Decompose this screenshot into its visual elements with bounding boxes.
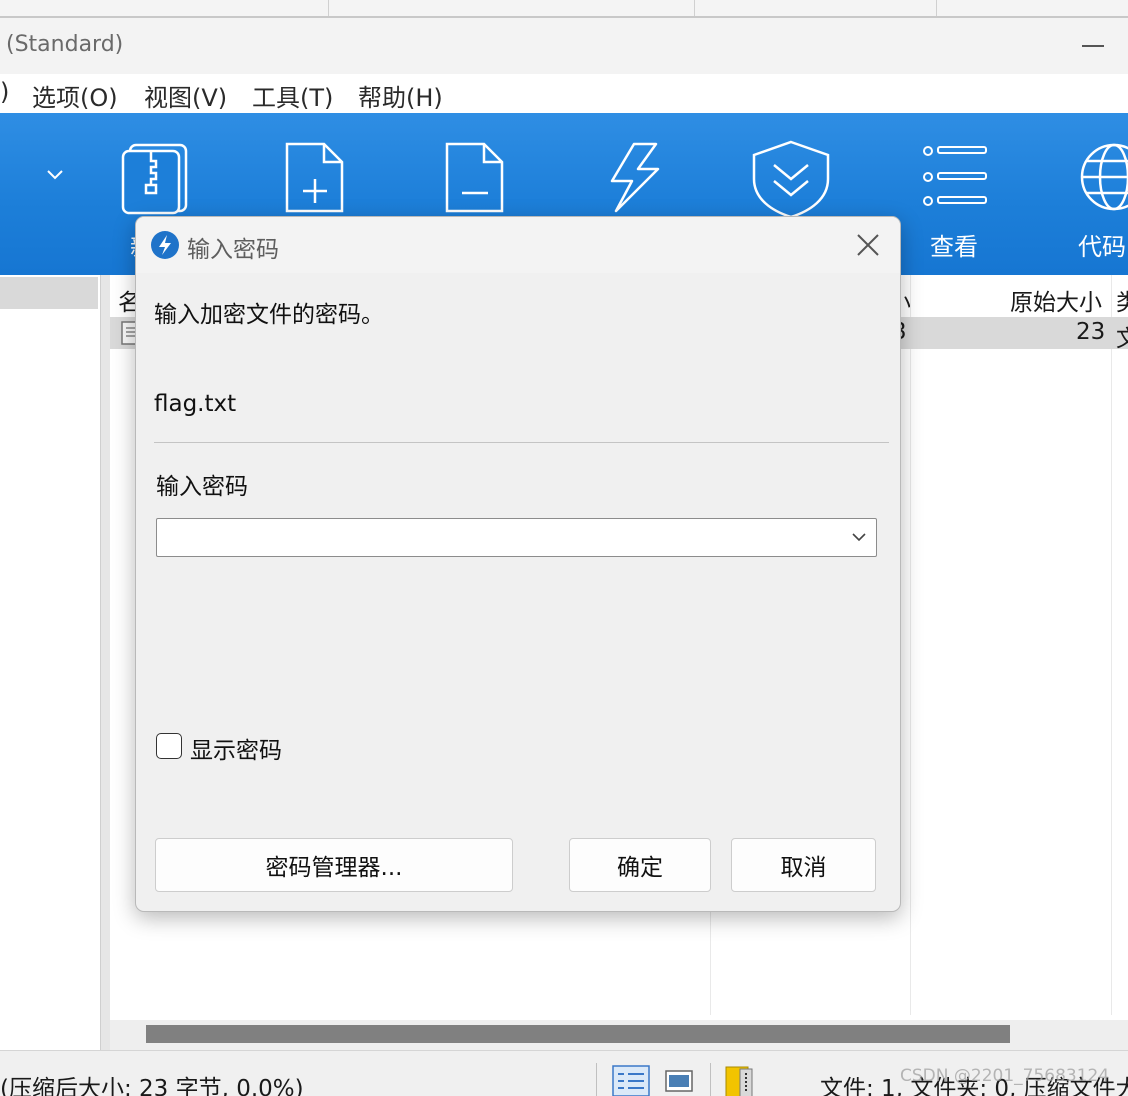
encrypted-filename: flag.txt	[154, 391, 237, 417]
toolbar-button-codepage[interactable]	[1078, 141, 1128, 219]
ok-button[interactable]: 确定	[569, 838, 711, 892]
watermark: CSDN @2201_75683124	[900, 1066, 1110, 1086]
toolbar-label-view: 查看	[930, 233, 978, 261]
folder-tree-panel[interactable]	[0, 275, 100, 1050]
globe-icon	[1080, 143, 1128, 211]
status-divider	[710, 1063, 711, 1096]
toolbar-button-view[interactable]	[920, 143, 990, 213]
column-divider	[910, 275, 911, 1015]
window-title: (Standard)	[6, 32, 124, 57]
shield-icon	[752, 140, 830, 219]
dialog-prompt: 输入加密文件的密码。	[154, 302, 384, 328]
add-file-icon	[285, 142, 344, 213]
chevron-down-icon[interactable]	[851, 532, 867, 544]
chevron-down-icon[interactable]	[46, 169, 64, 181]
toolbar-button-security[interactable]	[748, 139, 834, 223]
strip-divider	[694, 0, 695, 16]
menu-item-help[interactable]: 帮助(H)	[358, 78, 443, 113]
status-divider	[596, 1063, 597, 1096]
cancel-button[interactable]: 取消	[731, 838, 876, 892]
details-view-icon[interactable]	[612, 1065, 650, 1096]
dialog-divider	[154, 442, 889, 443]
toolbar-button-new-archive[interactable]	[118, 141, 192, 219]
thumbnail-view-icon[interactable]	[664, 1065, 694, 1095]
horizontal-scrollbar[interactable]	[110, 1020, 1128, 1050]
remove-file-icon	[445, 142, 504, 213]
zip-archive-icon	[121, 143, 188, 215]
menubar: ) 选项(O) 视图(V) 工具(T) 帮助(H)	[0, 74, 1128, 114]
list-view-icon	[923, 146, 987, 206]
archive-icon	[725, 1066, 753, 1096]
scrollbar-thumb[interactable]	[146, 1025, 1010, 1043]
toolbar-button-delete[interactable]	[442, 141, 508, 219]
password-label: 输入密码	[156, 474, 248, 500]
password-combobox[interactable]	[156, 518, 877, 557]
show-password-label[interactable]: 显示密码	[190, 731, 282, 765]
app-logo-icon	[151, 231, 179, 259]
column-header-type[interactable]: 类	[1116, 283, 1128, 317]
password-input[interactable]	[163, 523, 833, 551]
lightning-icon	[610, 142, 660, 213]
toolbar-label-codepage: 代码	[1078, 233, 1126, 261]
menu-item-view[interactable]: 视图(V)	[144, 78, 227, 113]
column-divider	[1111, 275, 1112, 1015]
dialog-title: 输入密码	[187, 237, 279, 263]
password-dialog: 输入密码 输入加密文件的密码。 flag.txt 输入密码 显示密码 密码管理器…	[135, 216, 901, 912]
password-manager-button[interactable]: 密码管理器...	[155, 838, 513, 892]
column-header-original-size[interactable]: 原始大小	[1010, 283, 1102, 317]
dialog-titlebar: 输入密码	[136, 217, 900, 273]
menu-item-partial[interactable]: )	[0, 78, 9, 106]
strip-divider	[328, 0, 329, 16]
status-selection-info: (压缩后大小: 23 字节, 0.0%)	[0, 1076, 304, 1096]
menu-item-tools[interactable]: 工具(T)	[252, 78, 333, 113]
show-password-checkbox[interactable]	[156, 733, 182, 759]
toolbar-button-extract[interactable]	[604, 141, 664, 219]
top-strip	[0, 0, 1128, 18]
close-icon[interactable]	[848, 229, 888, 261]
folder-tree-selected-item[interactable]	[0, 277, 98, 309]
strip-divider	[936, 0, 937, 16]
window-titlebar: (Standard)	[0, 18, 1128, 74]
minimize-button[interactable]	[1072, 26, 1114, 64]
menu-item-options[interactable]: 选项(O)	[32, 78, 118, 113]
cell-type: 文	[1116, 326, 1128, 352]
cell-original-size: 23	[1076, 319, 1106, 345]
toolbar-button-add[interactable]	[282, 141, 348, 219]
panel-splitter[interactable]	[100, 275, 110, 1050]
